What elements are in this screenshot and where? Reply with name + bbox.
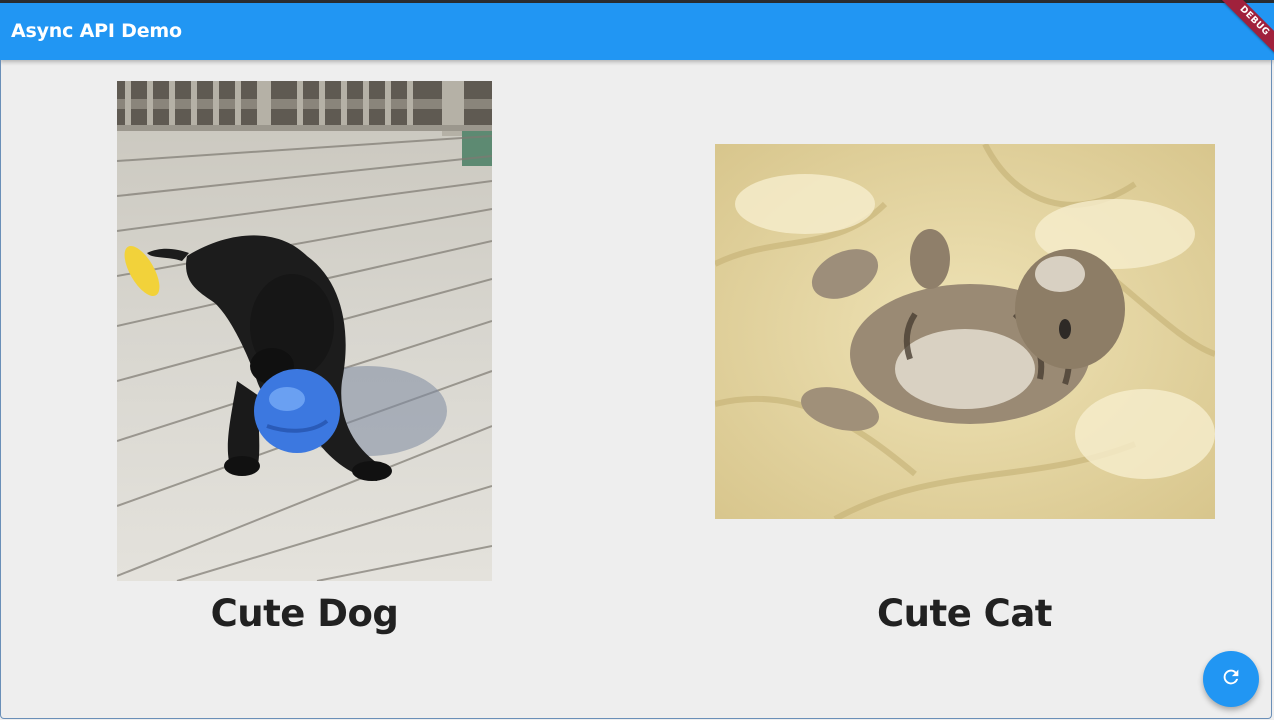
cat-caption: Cute Cat	[877, 592, 1052, 635]
dog-caption: Cute Dog	[210, 592, 399, 635]
refresh-button[interactable]	[1203, 651, 1259, 707]
cat-image	[715, 144, 1215, 519]
refresh-icon	[1220, 666, 1242, 692]
app-bar: Async API Demo DEBUG	[0, 0, 1274, 63]
debug-banner: DEBUG	[1213, 0, 1274, 63]
app-title: Async API Demo	[11, 20, 182, 42]
dog-image	[117, 81, 492, 581]
